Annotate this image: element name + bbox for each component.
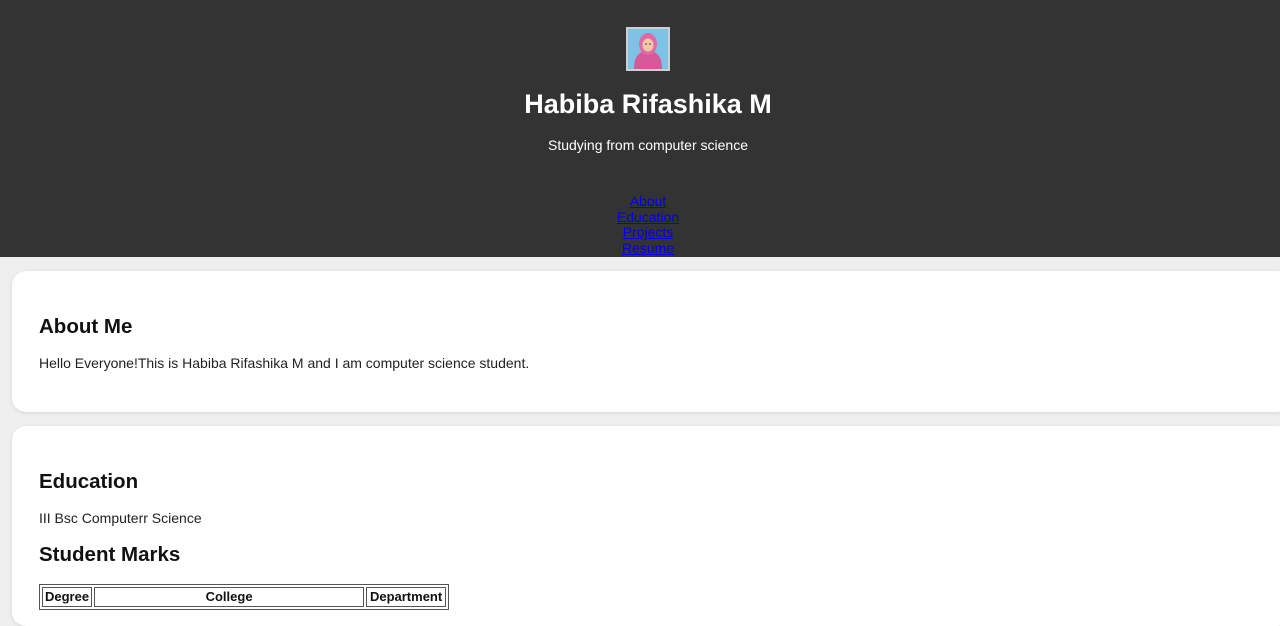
nav-link-projects[interactable]: Projects xyxy=(0,224,1280,241)
about-section: About Me Hello Everyone!This is Habiba R… xyxy=(12,271,1280,412)
education-text: III Bsc Computerr Science xyxy=(39,510,202,526)
about-heading: About Me xyxy=(39,315,133,338)
profile-name: Habiba Rifashika M xyxy=(524,89,772,119)
table-header-degree: Degree xyxy=(42,587,93,607)
profile-photo xyxy=(626,27,670,71)
education-heading: Education xyxy=(39,470,139,493)
main-nav: About Education Projects Resume xyxy=(0,193,1280,257)
about-text: Hello Everyone!This is Habiba Rifashika … xyxy=(39,355,530,371)
table-header-row: Degree College Department xyxy=(42,587,447,607)
profile-tagline: Studying from computer science xyxy=(548,137,748,153)
education-section: Education III Bsc Computerr Science Stud… xyxy=(12,426,1280,626)
table-header-college: College xyxy=(94,587,365,607)
nav-link-education[interactable]: Education xyxy=(0,209,1280,226)
table-header-department: Department xyxy=(366,587,447,607)
profile-photo-icon xyxy=(628,29,668,69)
nav-link-resume[interactable]: Resume xyxy=(0,240,1280,257)
student-marks-heading: Student Marks xyxy=(39,543,181,566)
student-marks-table: Degree College Department xyxy=(39,584,450,610)
site-header: Habiba Rifashika M Studying from compute… xyxy=(0,0,1280,257)
nav-link-about[interactable]: About xyxy=(0,193,1280,210)
